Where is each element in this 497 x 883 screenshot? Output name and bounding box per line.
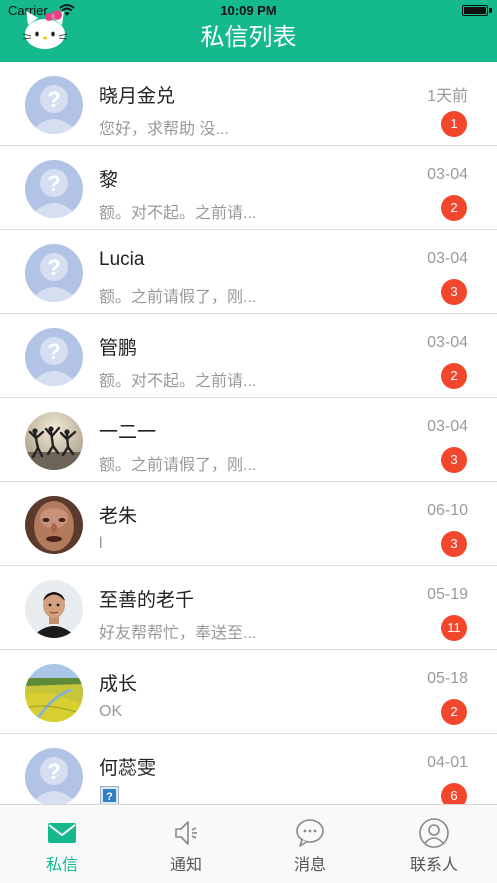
contact-name: 至善的老千	[99, 590, 195, 611]
conversation-row[interactable]: ? 管鹏 额。对不起。之前请... 03-04 2	[0, 314, 497, 398]
placeholder-avatar: ?	[25, 748, 83, 804]
message-preview: 额。之前请假了，刚...	[99, 457, 257, 474]
message-preview: 额。之前请假了，刚...	[99, 289, 257, 306]
svg-text:?: ?	[47, 255, 60, 280]
placeholder-avatar: ?	[25, 328, 83, 386]
message-date: 06-10	[427, 502, 468, 519]
svg-text:?: ?	[106, 791, 113, 803]
conversation-row[interactable]: ? 晓月金兑 您好，求帮助 没... 1天前 1	[0, 62, 497, 146]
tab-label: 联系人	[409, 857, 458, 874]
tab-messages[interactable]: 消息	[248, 805, 372, 883]
conversation-row[interactable]: 至善的老千 好友帮帮忙，奉送至... 05-19 11	[0, 566, 497, 650]
svg-text:?: ?	[47, 339, 60, 364]
placeholder-avatar: ?	[25, 160, 83, 218]
placeholder-avatar: ?	[25, 76, 83, 134]
contact-icon	[419, 818, 449, 848]
placeholder-avatar: ?	[25, 244, 83, 302]
conversation-row[interactable]: ? Lucia 额。之前请假了，刚... 03-04 3	[0, 230, 497, 314]
battery-icon	[462, 5, 488, 16]
status-time: 10:09 PM	[220, 3, 277, 18]
message-date: 04-01	[427, 754, 468, 771]
unread-badge: 3	[441, 447, 467, 473]
unread-badge: 3	[441, 531, 467, 557]
rapeseed-field-photo	[25, 664, 83, 722]
message-preview: 额。对不起。之前请...	[99, 373, 257, 390]
conversation-row[interactable]: 老朱 l 06-10 3	[0, 482, 497, 566]
contact-name: 成长	[99, 674, 138, 695]
svg-text:?: ?	[47, 87, 60, 112]
unread-badge: 11	[441, 615, 467, 641]
tab-label: 通知	[169, 857, 202, 874]
message-date: 05-18	[427, 670, 468, 687]
contact-name: Lucia	[99, 249, 145, 270]
message-date: 1天前	[427, 88, 468, 105]
conversation-row[interactable]: ? 何蕊雯 ? 04-01 6	[0, 734, 497, 804]
unread-badge: 1	[441, 111, 467, 137]
message-preview: OK	[99, 703, 123, 720]
page-title: 私信列表	[200, 24, 297, 51]
contact-name: 老朱	[99, 506, 138, 527]
message-preview: l	[99, 535, 103, 552]
message-preview: 好友帮帮忙，奉送至...	[99, 625, 257, 642]
tab-bar: 私信 通知 消息 联系人	[0, 804, 497, 883]
conversation-list[interactable]: ? 晓月金兑 您好，求帮助 没... 1天前 1 ? 黎 额。对不起。之前请..…	[0, 62, 497, 804]
conversation-row[interactable]: 成长 OK 05-18 2	[0, 650, 497, 734]
svg-text:?: ?	[47, 759, 60, 784]
contact-name: 何蕊雯	[99, 758, 157, 779]
tab-label: 消息	[293, 857, 326, 874]
conversation-row[interactable]: 一二一 额。之前请假了，刚... 03-04 3	[0, 398, 497, 482]
header-bar: Carrier 10:09 PM 私信列表	[0, 0, 497, 62]
message-preview: 您好，求帮助 没...	[99, 121, 229, 138]
tab-private-messages[interactable]: 私信	[0, 805, 124, 883]
message-date: 03-04	[427, 166, 468, 183]
man-portrait-photo	[25, 580, 83, 638]
unread-badge: 2	[441, 699, 467, 725]
unread-badge: 6	[441, 783, 467, 804]
message-date: 03-04	[427, 334, 468, 351]
svg-text:?: ?	[47, 171, 60, 196]
message-preview: 额。对不起。之前请...	[99, 205, 257, 222]
face-closeup-photo	[25, 496, 83, 554]
unread-badge: 3	[441, 279, 467, 305]
speaker-icon	[175, 821, 197, 845]
contact-name: 晓月金兑	[99, 86, 176, 107]
unread-badge: 2	[441, 363, 467, 389]
conversation-row[interactable]: ? 黎 额。对不起。之前请... 03-04 2	[0, 146, 497, 230]
message-date: 03-04	[427, 418, 468, 435]
contact-name: 一二一	[99, 422, 157, 443]
message-date: 05-19	[427, 586, 468, 603]
contact-name: 黎	[99, 170, 119, 191]
unread-badge: 2	[441, 195, 467, 221]
message-date: 03-04	[427, 250, 468, 267]
tab-contacts[interactable]: 联系人	[372, 805, 496, 883]
jumping-people-photo	[25, 412, 83, 470]
tab-notifications[interactable]: 通知	[124, 805, 248, 883]
mail-icon	[48, 823, 76, 843]
chat-bubble-icon	[296, 819, 324, 847]
contact-name: 管鹏	[99, 338, 138, 359]
broken-image-icon: ?	[100, 786, 119, 804]
battery-tip	[489, 8, 492, 13]
tab-label: 私信	[45, 857, 78, 874]
